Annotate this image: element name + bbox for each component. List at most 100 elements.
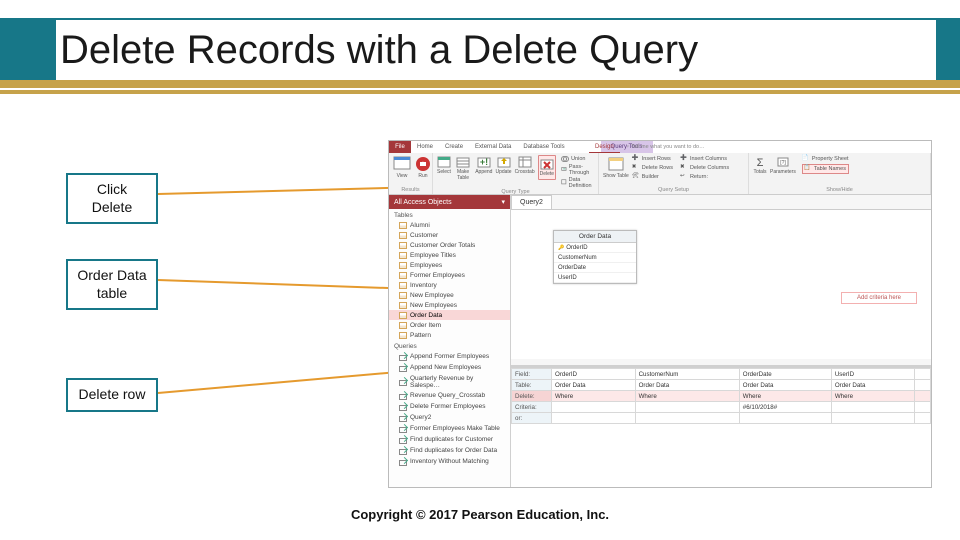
tablenames-button[interactable]: 📋Table Names <box>802 164 849 174</box>
datadef-icon <box>561 179 567 187</box>
delete-query-button[interactable]: Delete <box>538 155 556 180</box>
nav-table-item[interactable]: Order Data <box>389 310 510 320</box>
nav-table-item[interactable]: Inventory <box>389 280 510 290</box>
parameters-button[interactable]: [?] Parameters <box>770 155 796 176</box>
append-button[interactable]: +! Append <box>475 155 492 176</box>
grid-cell[interactable]: Where <box>552 391 636 402</box>
grid-cell[interactable]: Order Data <box>635 380 739 391</box>
grid-cell[interactable] <box>635 402 739 413</box>
grid-cell[interactable]: Where <box>831 391 915 402</box>
grid-cell[interactable]: #6/10/2018# <box>739 402 831 413</box>
run-button[interactable]: ! Run <box>414 155 432 180</box>
table-field[interactable]: CustomerNum <box>554 253 636 263</box>
file-tab[interactable]: File <box>389 141 411 153</box>
deletecols-icon: ✖ <box>680 164 688 172</box>
svg-text:[?]: [?] <box>780 160 786 166</box>
query-canvas[interactable]: Order Data 🔑OrderIDCustomerNumOrderDateU… <box>511 209 931 359</box>
datadef-button[interactable]: Data Definition <box>561 177 594 189</box>
grid-cell[interactable] <box>831 413 915 424</box>
grid-cell[interactable]: Order Data <box>552 380 636 391</box>
showtable-button[interactable]: Show Table <box>603 155 629 180</box>
union-button[interactable]: Union <box>561 155 594 163</box>
totals-icon: Σ <box>753 155 767 169</box>
grid-cell[interactable]: UserID <box>831 369 915 380</box>
builder-button[interactable]: 🛠Builder <box>632 173 673 181</box>
nav-header[interactable]: All Access Objects ▾ <box>389 195 510 209</box>
table-field[interactable]: UserID <box>554 273 636 283</box>
crosstab-button[interactable]: Crosstab <box>515 155 535 176</box>
nav-query-item[interactable]: Find duplicates for Order Data <box>389 445 510 456</box>
ribbon-group-showhide: Σ Totals [?] Parameters 📄Property Sheet … <box>749 153 931 194</box>
propertysheet-button[interactable]: 📄Property Sheet <box>802 155 849 163</box>
update-button[interactable]: Update <box>495 155 511 176</box>
nav-table-item[interactable]: Employee Titles <box>389 250 510 260</box>
nav-query-item[interactable]: Former Employees Make Table <box>389 423 510 434</box>
grid-cell[interactable] <box>915 380 931 391</box>
grid-cell[interactable] <box>915 391 931 402</box>
grid-cell[interactable] <box>552 413 636 424</box>
nav-query-item[interactable]: Quarterly Revenue by Salespe… <box>389 373 510 390</box>
grid-cell[interactable]: Order Data <box>739 380 831 391</box>
nav-table-item[interactable]: Customer Order Totals <box>389 240 510 250</box>
deletecols-button[interactable]: ✖Delete Columns <box>680 164 729 172</box>
design-grid[interactable]: Field:OrderIDCustomerNumOrderDateUserIDT… <box>511 365 931 487</box>
select-button[interactable]: Select <box>437 155 451 176</box>
builder-label: Builder <box>642 174 659 180</box>
nav-table-item[interactable]: Customer <box>389 230 510 240</box>
grid-cell[interactable] <box>635 413 739 424</box>
table-field[interactable]: 🔑OrderID <box>554 243 636 253</box>
nav-query-item[interactable]: Append Former Employees <box>389 351 510 362</box>
table-field[interactable]: OrderDate <box>554 263 636 273</box>
document-tab[interactable]: Query2 <box>511 195 552 209</box>
nav-table-item[interactable]: Employees <box>389 260 510 270</box>
return-button[interactable]: ↩Return: <box>680 173 729 181</box>
nav-table-item[interactable]: Pattern <box>389 330 510 340</box>
nav-table-item[interactable]: Alumni <box>389 220 510 230</box>
nav-query-item[interactable]: Delete Former Employees <box>389 401 510 412</box>
nav-table-item[interactable]: Order Item <box>389 320 510 330</box>
tell-me[interactable]: ♀ Tell me what you want to do… <box>620 144 705 150</box>
grid-cell[interactable] <box>915 402 931 413</box>
totals-button[interactable]: Σ Totals <box>753 155 767 176</box>
maketable-button[interactable]: Make Table <box>454 155 472 181</box>
nav-query-item[interactable]: Revenue Query_Crosstab <box>389 390 510 401</box>
passthrough-button[interactable]: Pass-Through <box>561 164 594 176</box>
nav-item-label: Inventory <box>410 282 437 289</box>
select-icon <box>437 155 451 169</box>
nav-query-item[interactable]: Query2 <box>389 412 510 423</box>
grid-cell[interactable]: CustomerNum <box>635 369 739 380</box>
grid-cell[interactable] <box>831 402 915 413</box>
grid-cell[interactable] <box>552 402 636 413</box>
grid-cell[interactable] <box>915 413 931 424</box>
grid-cell[interactable] <box>915 369 931 380</box>
table-icon <box>399 242 407 249</box>
navigation-pane: All Access Objects ▾ Tables AlumniCustom… <box>389 195 511 487</box>
tab-home[interactable]: Home <box>411 141 439 153</box>
nav-item-label: Employees <box>410 262 442 269</box>
nav-table-item[interactable]: Former Employees <box>389 270 510 280</box>
grid-cell[interactable]: Order Data <box>831 380 915 391</box>
tab-design[interactable]: Design <box>589 141 620 153</box>
delete-query-icon <box>540 157 554 171</box>
tab-create[interactable]: Create <box>439 141 469 153</box>
nav-table-item[interactable]: New Employees <box>389 300 510 310</box>
nav-query-item[interactable]: Inventory Without Matching <box>389 456 510 467</box>
tab-database-tools[interactable]: Database Tools <box>517 141 570 153</box>
nav-query-item[interactable]: Find duplicates for Customer <box>389 434 510 445</box>
parameters-icon: [?] <box>776 155 790 169</box>
grid-cell[interactable]: Where <box>739 391 831 402</box>
grid-cell[interactable]: Where <box>635 391 739 402</box>
nav-query-item[interactable]: Append New Employees <box>389 362 510 373</box>
grid-cell[interactable]: OrderDate <box>739 369 831 380</box>
criteria-hint: Add criteria here <box>841 292 917 304</box>
grid-cell[interactable] <box>739 413 831 424</box>
tab-external-data[interactable]: External Data <box>469 141 517 153</box>
nav-table-item[interactable]: New Employee <box>389 290 510 300</box>
insertcols-button[interactable]: ➕Insert Columns <box>680 155 729 163</box>
deleterows-button[interactable]: ✖Delete Rows <box>632 164 673 172</box>
grid-cell[interactable]: OrderID <box>552 369 636 380</box>
append-label: Append <box>475 170 492 176</box>
view-button[interactable]: View <box>393 155 411 180</box>
insertrows-button[interactable]: ➕Insert Rows <box>632 155 673 163</box>
table-box-order-data[interactable]: Order Data 🔑OrderIDCustomerNumOrderDateU… <box>553 230 637 284</box>
